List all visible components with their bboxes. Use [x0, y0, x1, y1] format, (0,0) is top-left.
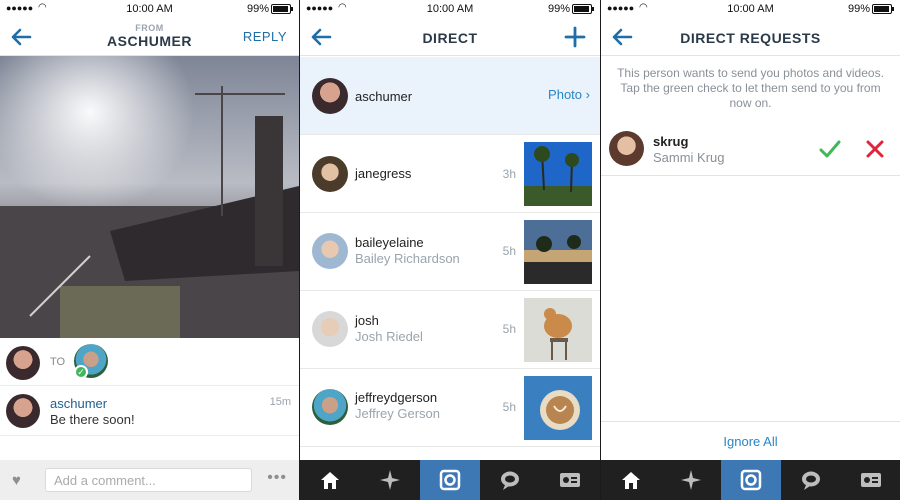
tab-activity[interactable] — [480, 460, 540, 500]
nav-bar: DIRECT REQUESTS — [601, 18, 900, 56]
thread-row[interactable]: aschumer Photo › — [300, 57, 600, 135]
direct-requests-panel: ●●●●● ◠ 10:00 AM 99% DIRECT REQUESTS Thi… — [601, 0, 900, 500]
comment-item: aschumer Be there soon! 15m — [0, 388, 299, 436]
thread-time: 5h — [502, 244, 516, 258]
page-title: DIRECT — [422, 30, 478, 46]
direct-inbox-panel: ●●●●● ◠ 10:00 AM 99% DIRECT aschumer Pho… — [300, 0, 600, 500]
thread-avatar — [312, 311, 348, 347]
comment-username[interactable]: aschumer — [50, 396, 107, 411]
recipients-row: TO ✓ — [0, 340, 299, 386]
activity-bubble-icon — [802, 471, 820, 490]
thread-time: 5h — [502, 400, 516, 414]
battery-percent: 99% — [246, 3, 269, 15]
thread-fullname: Jeffrey Gerson — [355, 406, 441, 421]
battery-icon — [271, 4, 293, 14]
thread-row[interactable]: janegress 3h — [300, 135, 600, 213]
tab-camera[interactable] — [721, 460, 781, 500]
message-detail-panel: ●●●●● ◠ 10:00 AM 99% FROM ASCHUMER REPLY — [0, 0, 299, 500]
explore-star-icon — [380, 470, 400, 490]
nav-bar: DIRECT — [300, 18, 600, 56]
request-explanation: This person wants to send you photos and… — [617, 66, 884, 110]
thread-username: janegress — [355, 166, 412, 181]
explore-star-icon — [681, 470, 701, 490]
thread-row[interactable]: jeffreydgerson Jeffrey Gerson 5h — [300, 369, 600, 447]
nav-bar: FROM ASCHUMER REPLY — [0, 18, 299, 56]
thread-fullname: Bailey Richardson — [355, 251, 460, 266]
tab-profile[interactable] — [841, 460, 900, 500]
thread-thumbnail — [524, 376, 592, 440]
to-label: TO — [50, 356, 66, 368]
thread-avatar — [312, 233, 348, 269]
battery-icon — [872, 4, 894, 14]
camera-icon — [740, 469, 762, 491]
more-dots-icon[interactable]: ••• — [267, 469, 287, 487]
message-photo[interactable] — [0, 56, 299, 338]
thread-row[interactable]: baileyelaine Bailey Richardson 5h — [300, 213, 600, 291]
thread-time: 3h — [502, 167, 516, 181]
thread-thumbnail — [524, 298, 592, 362]
tab-bar — [300, 460, 600, 500]
tab-home[interactable] — [300, 460, 360, 500]
thread-fullname: Josh Riedel — [355, 329, 423, 344]
thread-username: aschumer — [355, 89, 413, 104]
check-icon[interactable] — [818, 138, 842, 160]
sender-avatar[interactable] — [6, 346, 40, 380]
thread-username: baileyelaine — [355, 235, 424, 250]
comment-input[interactable]: Add a comment... — [45, 468, 252, 492]
battery-percent: 99% — [847, 3, 870, 15]
profile-card-icon — [560, 473, 580, 487]
battery-icon — [572, 4, 594, 14]
comment-bar: ♥ Add a comment... ••• — [0, 460, 299, 500]
profile-card-icon — [861, 473, 881, 487]
tab-activity[interactable] — [781, 460, 841, 500]
home-icon — [321, 472, 339, 489]
x-icon[interactable] — [864, 138, 886, 160]
thread-avatar — [312, 389, 348, 425]
tab-home[interactable] — [601, 460, 661, 500]
status-bar: ●●●●● ◠ 10:00 AM 99% — [601, 0, 900, 18]
thread-avatar — [312, 156, 348, 192]
thread-thumbnail — [524, 220, 592, 284]
tab-camera[interactable] — [420, 460, 480, 500]
thread-time: 5h — [502, 322, 516, 336]
reply-button[interactable]: REPLY — [243, 29, 287, 44]
ignore-all-button[interactable]: Ignore All — [601, 421, 900, 461]
thread-username: jeffreydgerson — [355, 390, 438, 405]
request-row: skrug Sammi Krug — [601, 122, 900, 176]
activity-bubble-icon — [501, 471, 519, 490]
thread-username: josh — [355, 313, 379, 328]
plus-icon[interactable] — [562, 24, 588, 50]
thread-avatar — [312, 78, 348, 114]
photo-link[interactable]: Photo › — [548, 87, 590, 102]
heart-icon[interactable]: ♥ — [12, 472, 21, 489]
request-fullname: Sammi Krug — [653, 150, 725, 165]
seen-check-icon: ✓ — [74, 365, 88, 379]
thread-thumbnail — [524, 142, 592, 206]
chevron-right-icon: › — [585, 87, 590, 102]
camera-icon — [439, 469, 461, 491]
battery-percent: 99% — [547, 3, 570, 15]
request-avatar[interactable] — [609, 131, 644, 166]
home-icon — [622, 472, 640, 489]
thread-row[interactable]: josh Josh Riedel 5h — [300, 291, 600, 369]
status-bar: ●●●●● ◠ 10:00 AM 99% — [0, 0, 299, 18]
comment-avatar[interactable] — [6, 394, 40, 428]
tab-profile[interactable] — [540, 460, 600, 500]
comment-timestamp: 15m — [269, 396, 291, 408]
tab-bar — [601, 460, 900, 500]
comment-text: Be there soon! — [50, 412, 135, 427]
request-username[interactable]: skrug — [653, 134, 688, 149]
status-bar: ●●●●● ◠ 10:00 AM 99% — [300, 0, 600, 18]
tab-explore[interactable] — [661, 460, 721, 500]
page-title: DIRECT REQUESTS — [680, 30, 821, 46]
tab-explore[interactable] — [360, 460, 420, 500]
